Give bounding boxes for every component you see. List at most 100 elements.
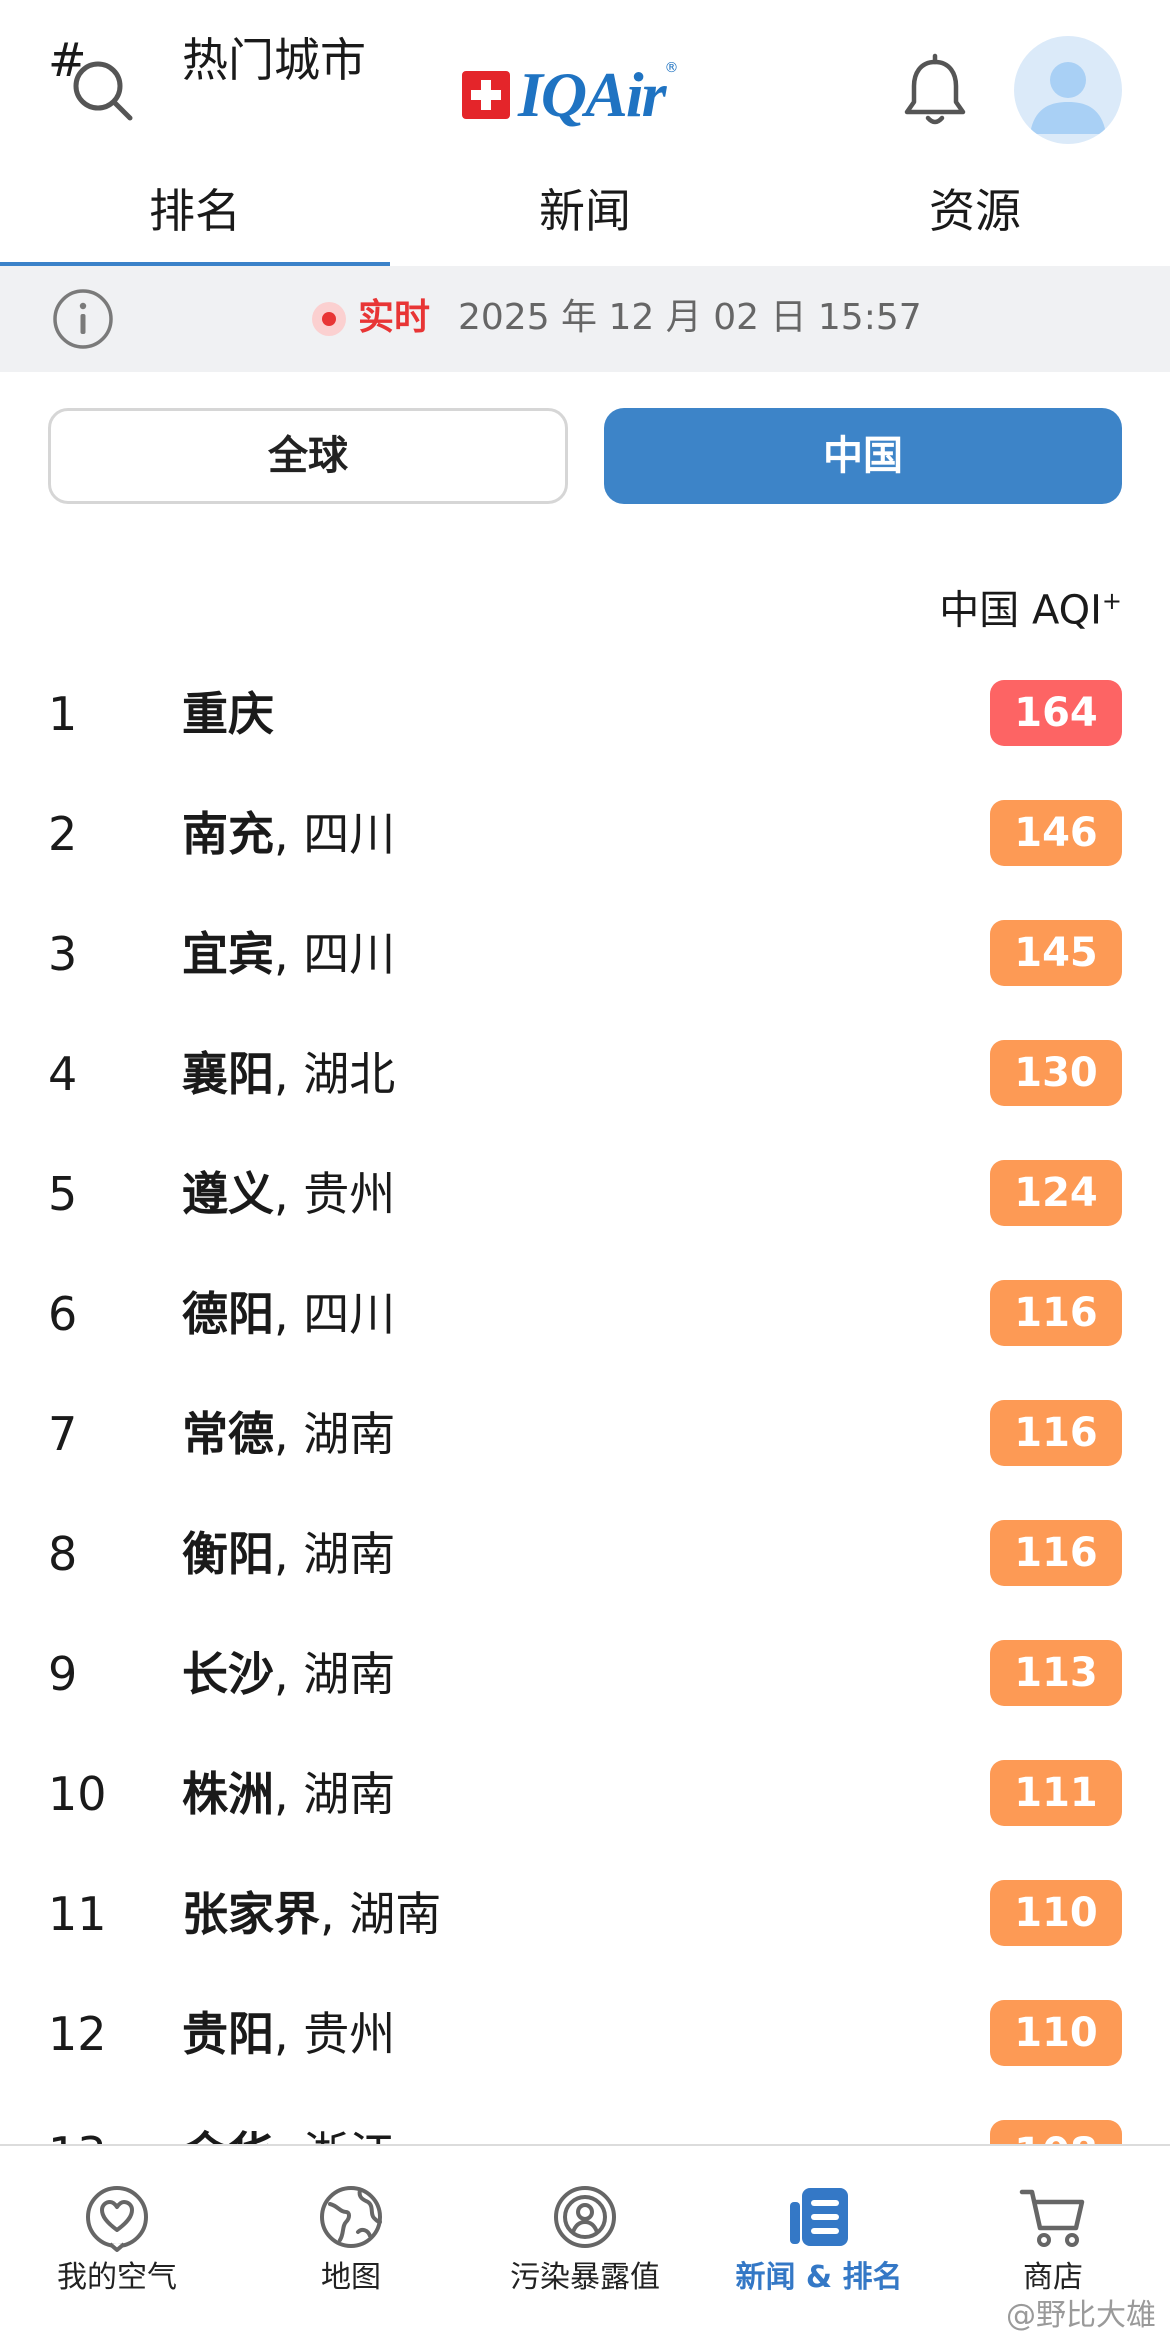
aqi-badge: 110 <box>990 1880 1122 1946</box>
city-name: 衡阳, 湖南 <box>182 1524 395 1584</box>
logo-text: IQAir <box>518 59 666 130</box>
nav-news-ranking[interactable]: 新闻 & 排名 <box>702 2182 936 2298</box>
aqi-badge: 116 <box>990 1520 1122 1586</box>
province-label: 贵州 <box>303 1167 396 1221</box>
rank-number: 7 <box>48 1407 78 1461</box>
info-icon[interactable] <box>52 288 114 350</box>
table-row[interactable]: 9 长沙, 湖南 113 <box>0 1614 1170 1734</box>
ranking-list: 1 重庆 164 2 南充, 四川 146 3 宜宾, 四川 145 4 襄阳, 湖北 130 5 遵义,… <box>0 654 1170 2144</box>
aqi-badge: 110 <box>990 2000 1122 2066</box>
province-label: 四川 <box>303 927 396 981</box>
table-row[interactable]: 12 贵阳, 贵州 110 <box>0 1974 1170 2094</box>
update-timestamp: 2025 年 12 月 02 日 15:57 <box>458 297 922 338</box>
cart-icon <box>1019 2189 1085 2247</box>
live-label: 实时 <box>358 297 431 338</box>
nav-map-label: 地图 <box>321 2260 381 2295</box>
city-province-separator: , <box>274 927 304 981</box>
table-row[interactable]: 4 襄阳, 湖北 130 <box>0 1014 1170 1134</box>
rank-number: 10 <box>48 1767 107 1821</box>
city-province-separator: , <box>274 2127 303 2144</box>
city-name: 遵义, 贵州 <box>182 1164 395 1224</box>
registered-mark: ® <box>664 60 679 76</box>
city-province-separator: , <box>274 2007 304 2061</box>
city-label: 重庆 <box>182 687 274 741</box>
avatar[interactable] <box>1014 36 1122 144</box>
aqi-badge: 145 <box>990 920 1122 986</box>
province-label: 浙江 <box>303 2127 395 2144</box>
city-province-separator: , <box>274 1527 304 1581</box>
city-province-separator: , <box>274 1287 304 1341</box>
province-label: 湖南 <box>349 1887 442 1941</box>
city-label: 金华 <box>182 2127 274 2144</box>
table-row[interactable]: 3 宜宾, 四川 145 <box>0 894 1170 1014</box>
table-row[interactable]: 6 德阳, 四川 116 <box>0 1254 1170 1374</box>
city-label: 贵阳 <box>182 2007 274 2061</box>
province-label: 湖南 <box>303 1647 396 1701</box>
province-label: 湖南 <box>303 1527 396 1581</box>
city-label: 常德 <box>182 1407 274 1461</box>
aqi-badge: 116 <box>990 1280 1122 1346</box>
table-row[interactable]: 8 衡阳, 湖南 116 <box>0 1494 1170 1614</box>
aqi-badge: 113 <box>990 1640 1122 1706</box>
city-name: 株洲, 湖南 <box>182 1764 395 1824</box>
city-label: 遵义 <box>182 1167 274 1221</box>
aqi-badge: 108 <box>990 2120 1122 2144</box>
bottom-nav: 我的空气 地图 污染暴露值 新闻 & 排名 商店 @野比大雄 <box>0 2144 1170 2340</box>
table-row[interactable]: 13 金华, 浙江 108 <box>0 2094 1170 2144</box>
aqi-badge: 146 <box>990 800 1122 866</box>
aqi-badge: 164 <box>990 680 1122 746</box>
rank-number: 9 <box>48 1647 78 1701</box>
exposure-user-icon <box>554 2186 616 2248</box>
nav-exposure[interactable]: 污染暴露值 <box>468 2182 702 2298</box>
city-province-separator: , <box>274 1767 304 1821</box>
city-province-separator: , <box>274 1167 304 1221</box>
city-name: 常德, 湖南 <box>182 1404 395 1464</box>
city-name: 贵阳, 贵州 <box>182 2004 395 2064</box>
news-list-icon <box>790 2188 848 2246</box>
heart-pin-icon <box>86 2186 148 2252</box>
rank-number: 11 <box>48 1887 107 1941</box>
aqi-badge: 111 <box>990 1760 1122 1826</box>
city-province-separator: , <box>274 807 304 861</box>
table-row[interactable]: 1 重庆 164 <box>0 654 1170 774</box>
table-row[interactable]: 11 张家界, 湖南 110 <box>0 1854 1170 1974</box>
tab-resources[interactable]: 资源 <box>780 172 1170 266</box>
aqi-header-label: 中国 AQI <box>939 587 1102 634</box>
globe-icon <box>320 2186 382 2248</box>
aqi-badge: 124 <box>990 1160 1122 1226</box>
rank-number: 13 <box>48 2124 107 2144</box>
rank-number: 3 <box>48 927 78 981</box>
rank-number: 12 <box>48 2007 107 2061</box>
nav-exposure-label: 污染暴露值 <box>510 2260 660 2295</box>
nav-news-ranking-label: 新闻 & 排名 <box>735 2260 903 2295</box>
watermark: @野比大雄 <box>1006 2298 1156 2333</box>
city-name: 重庆 <box>182 684 274 744</box>
bell-icon[interactable] <box>900 52 970 132</box>
table-row[interactable]: 2 南充, 四川 146 <box>0 774 1170 894</box>
province-label: 四川 <box>303 807 396 861</box>
nav-shop[interactable]: 商店 <box>936 2182 1170 2298</box>
aqi-badge: 116 <box>990 1400 1122 1466</box>
city-column-header: 热门城市 <box>182 33 366 87</box>
city-province-separator: , <box>274 1647 304 1701</box>
city-label: 南充 <box>182 807 274 861</box>
tab-ranking[interactable]: 排名 <box>0 172 390 268</box>
nav-my-air[interactable]: 我的空气 <box>0 2182 234 2298</box>
table-row[interactable]: 10 株洲, 湖南 111 <box>0 1734 1170 1854</box>
nav-my-air-label: 我的空气 <box>57 2260 177 2295</box>
scope-china-button[interactable]: 中国 <box>604 408 1122 504</box>
city-name: 德阳, 四川 <box>182 1284 395 1344</box>
city-name: 张家界, 湖南 <box>182 1884 441 1944</box>
tab-news[interactable]: 新闻 <box>390 172 780 266</box>
table-row[interactable]: 5 遵义, 贵州 124 <box>0 1134 1170 1254</box>
province-label: 四川 <box>303 1287 396 1341</box>
city-label: 株洲 <box>182 1767 274 1821</box>
aqi-column-header[interactable]: 中国 AQI+ <box>939 574 1122 637</box>
scope-global-button[interactable]: 全球 <box>48 408 568 504</box>
city-name: 襄阳, 湖北 <box>182 1044 395 1104</box>
city-name: 金华, 浙江 <box>182 2124 395 2144</box>
rank-number: 8 <box>48 1527 78 1581</box>
rank-number: 4 <box>48 1047 78 1101</box>
nav-map[interactable]: 地图 <box>234 2182 468 2298</box>
table-row[interactable]: 7 常德, 湖南 116 <box>0 1374 1170 1494</box>
